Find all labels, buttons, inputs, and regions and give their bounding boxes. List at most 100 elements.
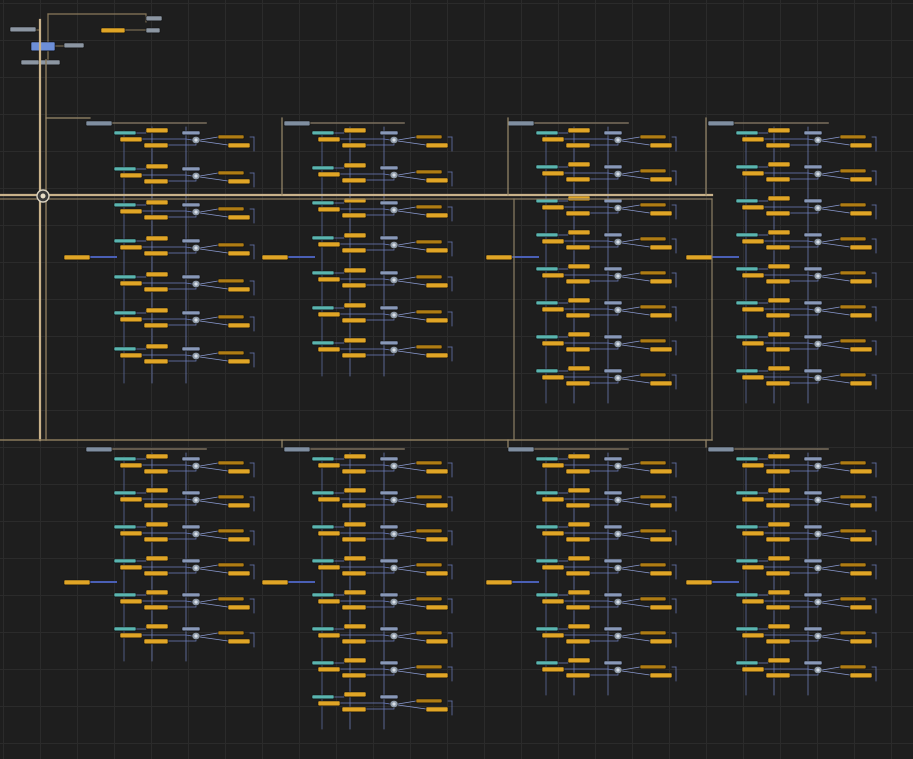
row-orange-node-2[interactable]	[541, 598, 565, 605]
row-orange-node-3[interactable]	[765, 278, 791, 285]
row-orange-node[interactable]	[567, 487, 591, 494]
row-output-node[interactable]	[639, 562, 667, 568]
row-output-node[interactable]	[217, 630, 245, 636]
row-blue-node[interactable]	[803, 660, 823, 666]
row-output-node-2[interactable]	[849, 142, 873, 149]
row-blue-node[interactable]	[181, 238, 201, 244]
row-output-node-2[interactable]	[849, 380, 873, 387]
row-output-node-2[interactable]	[227, 286, 251, 293]
row-orange-node-3[interactable]	[341, 672, 367, 679]
row-orange-node-3[interactable]	[565, 502, 591, 509]
row-orange-node[interactable]	[343, 162, 367, 169]
row-output-node-2[interactable]	[227, 536, 251, 543]
row-orange-node-3[interactable]	[143, 358, 169, 365]
row-teal-node[interactable]	[311, 592, 335, 598]
row-blue-node[interactable]	[181, 202, 201, 208]
merge-node-icon[interactable]	[613, 496, 623, 504]
row-teal-node[interactable]	[535, 368, 559, 374]
merge-node-icon[interactable]	[813, 136, 823, 144]
row-output-node[interactable]	[217, 314, 245, 320]
row-output-node[interactable]	[217, 350, 245, 356]
row-orange-node-2[interactable]	[541, 272, 565, 279]
row-teal-node[interactable]	[535, 232, 559, 238]
row-orange-node-2[interactable]	[317, 530, 341, 537]
row-orange-node-3[interactable]	[341, 604, 367, 611]
input-node-a[interactable]	[20, 59, 40, 66]
module-header[interactable]	[707, 120, 735, 127]
row-orange-node[interactable]	[567, 453, 591, 460]
row-blue-node[interactable]	[379, 200, 399, 206]
merge-node-icon[interactable]	[813, 340, 823, 348]
row-output-node[interactable]	[639, 202, 667, 208]
merge-node-icon[interactable]	[813, 238, 823, 246]
row-orange-node-2[interactable]	[119, 280, 143, 287]
row-orange-node-2[interactable]	[741, 340, 765, 347]
row-orange-node-2[interactable]	[541, 530, 565, 537]
module-side-input[interactable]	[261, 579, 289, 586]
row-orange-node-2[interactable]	[317, 241, 341, 248]
row-blue-node[interactable]	[181, 592, 201, 598]
row-orange-node[interactable]	[343, 302, 367, 309]
row-output-node[interactable]	[415, 562, 443, 568]
row-output-node-2[interactable]	[425, 706, 449, 713]
row-orange-node[interactable]	[567, 555, 591, 562]
merge-node-icon[interactable]	[389, 206, 399, 214]
row-output-node-2[interactable]	[425, 247, 449, 254]
merge-node-icon[interactable]	[613, 272, 623, 280]
row-output-node-2[interactable]	[425, 468, 449, 475]
row-output-node[interactable]	[639, 528, 667, 534]
header-node-secondary[interactable]	[145, 27, 161, 34]
row-orange-node-3[interactable]	[765, 536, 791, 543]
row-blue-node[interactable]	[181, 166, 201, 172]
row-output-node-2[interactable]	[227, 142, 251, 149]
row-orange-node-3[interactable]	[565, 536, 591, 543]
row-orange-node-3[interactable]	[143, 536, 169, 543]
row-output-node[interactable]	[839, 528, 867, 534]
row-teal-node[interactable]	[113, 202, 137, 208]
row-blue-node[interactable]	[603, 232, 623, 238]
row-blue-node[interactable]	[803, 334, 823, 340]
merge-node-icon[interactable]	[191, 564, 201, 572]
row-blue-node[interactable]	[379, 626, 399, 632]
row-orange-node[interactable]	[145, 589, 169, 596]
row-output-node[interactable]	[415, 239, 443, 245]
row-orange-node-3[interactable]	[143, 468, 169, 475]
row-orange-node-2[interactable]	[741, 530, 765, 537]
row-output-node[interactable]	[415, 630, 443, 636]
row-orange-node[interactable]	[767, 521, 791, 528]
row-output-node[interactable]	[415, 344, 443, 350]
row-orange-node-3[interactable]	[143, 178, 169, 185]
row-output-node[interactable]	[639, 168, 667, 174]
merge-node-icon[interactable]	[613, 306, 623, 314]
row-blue-node[interactable]	[379, 456, 399, 462]
merge-node-icon[interactable]	[613, 666, 623, 674]
row-blue-node[interactable]	[803, 164, 823, 170]
row-orange-node-2[interactable]	[541, 564, 565, 571]
row-orange-node-2[interactable]	[317, 496, 341, 503]
row-blue-node[interactable]	[603, 130, 623, 136]
row-orange-node[interactable]	[767, 161, 791, 168]
row-output-node[interactable]	[415, 204, 443, 210]
row-output-node[interactable]	[217, 206, 245, 212]
row-orange-node-2[interactable]	[741, 598, 765, 605]
row-orange-node-3[interactable]	[765, 604, 791, 611]
row-orange-node[interactable]	[145, 271, 169, 278]
module-side-input[interactable]	[685, 254, 713, 261]
row-output-node-2[interactable]	[849, 468, 873, 475]
row-output-node[interactable]	[217, 460, 245, 466]
row-output-node-2[interactable]	[649, 638, 673, 645]
merge-node-icon[interactable]	[191, 244, 201, 252]
row-output-node[interactable]	[415, 698, 443, 704]
merge-node-icon[interactable]	[613, 462, 623, 470]
row-teal-node[interactable]	[535, 334, 559, 340]
row-blue-node[interactable]	[803, 524, 823, 530]
merge-node-icon[interactable]	[191, 316, 201, 324]
merge-node-icon[interactable]	[813, 306, 823, 314]
row-teal-node[interactable]	[535, 456, 559, 462]
row-orange-node-3[interactable]	[565, 380, 591, 387]
row-teal-node[interactable]	[735, 558, 759, 564]
row-orange-node-3[interactable]	[341, 142, 367, 149]
merge-node-icon[interactable]	[813, 462, 823, 470]
row-output-node[interactable]	[217, 170, 245, 176]
row-orange-node[interactable]	[145, 307, 169, 314]
